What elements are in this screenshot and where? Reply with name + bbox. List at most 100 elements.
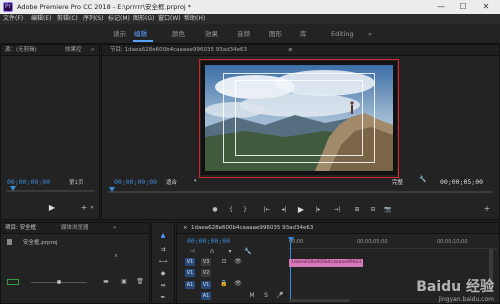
program-play-icon[interactable]: ▶ xyxy=(296,205,306,215)
menu-edit[interactable]: 编辑(E) xyxy=(31,14,51,24)
active-workspace-underline xyxy=(133,40,153,42)
pen-tool-icon[interactable]: ✒ xyxy=(157,293,169,303)
program-panel-menu-icon[interactable]: ≡ xyxy=(288,45,293,56)
lift-icon[interactable]: ⊞ xyxy=(352,205,362,215)
tab-program[interactable]: 节目: 1daea628e600b4caaaae996035 93ad34e63 xyxy=(110,45,247,56)
playback-resolution-select[interactable]: 完整 xyxy=(392,178,403,186)
timeline-settings-icon[interactable]: 🔧 xyxy=(243,247,253,257)
timeline-ruler[interactable]: 00;00 00;00;05;00 00;00;10;00 xyxy=(287,237,497,249)
source-more-button[interactable]: » xyxy=(91,45,94,56)
workspace-tab-libraries[interactable]: 库 xyxy=(300,24,307,44)
timeline-panel-header: × 1daea628e600b4caaaae996035 93ad34e63 xyxy=(177,223,499,234)
linked-selection-icon[interactable]: ∩ xyxy=(207,247,217,257)
program-timecode[interactable]: 00;00;00;00 xyxy=(114,178,157,186)
timeline-playhead-icon[interactable] xyxy=(288,237,294,242)
source-playhead-icon[interactable] xyxy=(10,186,16,191)
source-patch-v1-b[interactable]: V1 xyxy=(185,269,195,277)
menu-help[interactable]: 帮助(H) xyxy=(184,14,205,24)
baidu-watermark: Baidu 经验 xyxy=(416,279,494,295)
workspace-tab-editing-custom[interactable]: Editing xyxy=(331,24,354,44)
track-select-tool-icon[interactable]: ⇉ xyxy=(157,245,169,255)
source-patch-a1[interactable]: A1 xyxy=(185,281,195,289)
program-playhead-icon[interactable] xyxy=(109,187,115,192)
go-to-in-icon[interactable]: |← xyxy=(260,205,274,215)
project-file-icon xyxy=(7,239,12,245)
voiceover-mic-icon[interactable]: 🎤 xyxy=(275,291,285,301)
mute-track-icon[interactable]: M xyxy=(247,291,257,301)
toggle-track-output-icon[interactable]: 👁 xyxy=(233,257,243,267)
razor-tool-icon[interactable]: ◆ xyxy=(157,269,169,279)
minimize-button[interactable]: — xyxy=(436,2,446,12)
menu-graphics[interactable]: 图形(G) xyxy=(133,14,154,24)
program-add-button[interactable]: + xyxy=(482,204,492,214)
close-button[interactable]: ✕ xyxy=(481,2,491,12)
source-menu-icon[interactable]: » xyxy=(87,203,97,213)
menu-marker[interactable]: 标记(M) xyxy=(108,14,130,24)
add-marker-icon[interactable]: ● xyxy=(210,205,220,215)
icon-size-slider-handle[interactable] xyxy=(57,280,61,284)
source-scrub-bar[interactable] xyxy=(7,190,95,192)
wrench-icon[interactable]: 🔧 xyxy=(418,175,428,185)
new-bin-icon[interactable]: ▬ xyxy=(101,277,111,287)
slip-tool-icon[interactable]: ⇹ xyxy=(157,281,169,291)
menu-sequence[interactable]: 序列(S) xyxy=(83,14,104,24)
workspace-tab-audio[interactable]: 音频 xyxy=(237,24,250,44)
go-to-out-icon[interactable]: →| xyxy=(330,205,344,215)
track-label-a1[interactable]: A1 xyxy=(201,292,211,300)
project-file-name: 安全框.prproj xyxy=(23,240,58,246)
source-page-indicator[interactable]: 第1页 xyxy=(69,178,84,186)
clear-icon[interactable]: 🗑 xyxy=(135,277,145,287)
project-more-button[interactable]: » xyxy=(113,223,116,234)
menu-file[interactable]: 文件(F) xyxy=(3,14,23,24)
track-label-v2[interactable]: V2 xyxy=(201,269,211,277)
extract-icon[interactable]: ⊟ xyxy=(368,205,378,215)
mark-out-icon[interactable]: } xyxy=(240,205,250,215)
selection-tool-icon[interactable]: ▲ xyxy=(157,231,169,241)
step-back-icon[interactable]: ◂| xyxy=(278,205,290,215)
tab-effect-controls[interactable]: 效果控 xyxy=(65,45,82,56)
program-scrub-bar[interactable] xyxy=(108,191,493,193)
source-timecode[interactable]: 00;00;00;00 xyxy=(7,178,50,186)
lock-track-icon[interactable]: 🔒 xyxy=(219,279,229,289)
workspace-bar: 读示 编辑 颜色 效果 音频 图形 库 Editing » xyxy=(0,24,500,44)
timeline-horizontal-scrollbar[interactable] xyxy=(289,299,349,302)
maximize-button[interactable]: ☐ xyxy=(458,2,468,12)
close-sequence-icon[interactable]: × xyxy=(183,223,188,234)
program-monitor-panel: 节目: 1daea628e600b4caaaae996035 93ad34e63… xyxy=(101,44,500,220)
program-panel-header: 节目: 1daea628e600b4caaaae996035 93ad34e63… xyxy=(102,45,499,56)
workspace-tab-assembly[interactable]: 读示 xyxy=(113,24,126,44)
window-titlebar: Pr Adobe Premiere Pro CC 2018 - E:\prrrr… xyxy=(0,0,500,14)
track-label-v3[interactable]: V3 xyxy=(201,258,211,266)
new-item-icon[interactable]: ▣ xyxy=(119,277,129,287)
zoom-dropdown-icon[interactable]: ▾ xyxy=(194,178,197,184)
solo-track-icon[interactable]: S xyxy=(261,291,271,301)
snap-icon[interactable]: ⊣ xyxy=(187,247,197,257)
tab-source[interactable]: 源：(无剪辑) xyxy=(5,45,37,56)
timeline-timecode[interactable]: 00;00;00;00 xyxy=(187,237,230,245)
ruler-tick-5s: 00;00;05;00 xyxy=(357,239,388,245)
tab-sequence[interactable]: 1daea628e600b4caaaae996035 93ad34e63 xyxy=(191,223,313,234)
tab-media-browser[interactable]: 媒体浏览器 xyxy=(61,223,89,234)
workspace-more-button[interactable]: » xyxy=(368,24,372,44)
project-search-icon[interactable]: ⌕ xyxy=(111,251,121,261)
step-forward-icon[interactable]: |▸ xyxy=(312,205,324,215)
track-label-v1[interactable]: V1 xyxy=(201,281,211,289)
export-frame-icon[interactable]: 📷 xyxy=(382,205,394,215)
add-marker-timeline-icon[interactable]: ▾ xyxy=(225,247,235,257)
track-visibility-icon[interactable]: 👁 xyxy=(233,279,243,289)
menu-window[interactable]: 窗口(W) xyxy=(158,14,181,24)
toggle-sync-lock-icon[interactable]: ⊡ xyxy=(219,257,229,267)
source-patch-v1[interactable]: V1 xyxy=(185,258,195,266)
timeline-playhead-line xyxy=(290,242,291,302)
workspace-tab-graphics[interactable]: 图形 xyxy=(269,24,282,44)
tab-project[interactable]: 项目: 安全框 xyxy=(5,223,36,234)
workspace-tab-effects[interactable]: 效果 xyxy=(205,24,218,44)
workspace-tab-color[interactable]: 颜色 xyxy=(172,24,185,44)
menu-clip[interactable]: 剪辑(C) xyxy=(57,14,78,24)
source-play-icon[interactable]: ▶ xyxy=(47,203,57,213)
zoom-fit-select[interactable]: 适合 xyxy=(166,178,177,186)
source-monitor-panel: 源：(无剪辑) 效果控 » 00;00;00;00 第1页 ▶ + » xyxy=(0,44,100,220)
ripple-edit-tool-icon[interactable]: ⟷ xyxy=(157,257,169,267)
mark-in-icon[interactable]: { xyxy=(226,205,236,215)
list-view-icon[interactable] xyxy=(7,279,19,285)
